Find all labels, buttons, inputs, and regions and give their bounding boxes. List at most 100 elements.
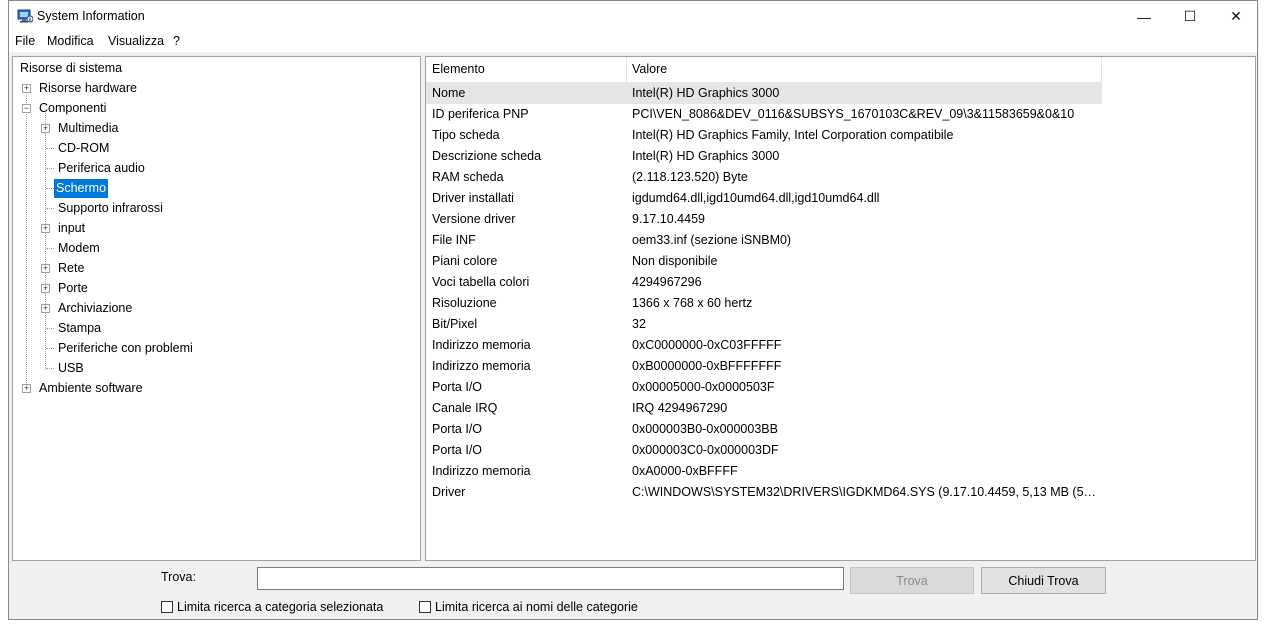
cell-valore: 9.17.10.4459 — [632, 212, 705, 226]
list-row[interactable]: Indirizzo memoria 0xA0000-0xBFFFF — [426, 461, 1102, 482]
background-window-right — [1259, 0, 1266, 628]
list-row[interactable]: Piani colore Non disponibile — [426, 251, 1102, 272]
list-row[interactable]: Tipo scheda Intel(R) HD Graphics Family, … — [426, 125, 1102, 146]
cell-elemento: Indirizzo memoria — [432, 359, 531, 373]
cell-elemento: File INF — [432, 233, 476, 247]
list-row[interactable]: Driver installati igdumd64.dll,igd10umd64… — [426, 188, 1102, 209]
cell-elemento: Bit/Pixel — [432, 317, 478, 331]
list-row[interactable]: Indirizzo memoria 0xB0000000-0xBFFFFFFF — [426, 356, 1102, 377]
cell-elemento: Porta I/O — [432, 380, 483, 394]
list-row[interactable]: Descrizione scheda Intel(R) HD Graphics 3… — [426, 146, 1102, 167]
cell-valore: C:\WINDOWS\SYSTEM32\DRIVERS\IGDKMD64.SYS… — [632, 485, 1098, 499]
list-header: Elemento Valore — [426, 57, 1102, 83]
list-row[interactable]: File INF oem33.inf (sezione iSNBM0) — [426, 230, 1102, 251]
cell-valore: Intel(R) HD Graphics 3000 — [632, 149, 780, 163]
cell-elemento: Porta I/O — [432, 422, 483, 436]
cell-elemento: RAM scheda — [432, 170, 504, 184]
list-row[interactable]: RAM scheda (2.118.123.520) Byte — [426, 167, 1102, 188]
list-row[interactable]: Versione driver 9.17.10.4459 — [426, 209, 1102, 230]
cell-elemento: Voci tabella colori — [432, 275, 530, 289]
category-tree[interactable]: Risorse di sistema + Risorse hardware − … — [12, 56, 421, 561]
minimize-icon: — — [1137, 8, 1151, 25]
system-information-window: System Information — ☐ ✕ File Modifica V… — [8, 0, 1258, 620]
cell-elemento: Indirizzo memoria — [432, 338, 531, 352]
cell-elemento: Descrizione scheda — [432, 149, 542, 163]
title-bar[interactable]: System Information — ☐ ✕ — [9, 1, 1257, 32]
list-row[interactable]: Canale IRQ IRQ 4294967290 — [426, 398, 1102, 419]
menu-file[interactable]: File — [15, 34, 35, 48]
expand-icon[interactable]: + — [41, 304, 50, 313]
cell-valore: 0xB0000000-0xBFFFFFFF — [632, 359, 782, 373]
cell-elemento: Porta I/O — [432, 443, 483, 457]
cell-elemento: Versione driver — [432, 212, 516, 226]
list-row[interactable]: Indirizzo memoria 0xC0000000-0xC03FFFFF — [426, 335, 1102, 356]
tree-connector — [46, 368, 54, 369]
cell-elemento: Piani colore — [432, 254, 498, 268]
limit-to-category-names-label: Limita ricerca ai nomi delle categorie — [435, 600, 638, 614]
list-row[interactable]: Risoluzione 1366 x 768 x 60 hertz — [426, 293, 1102, 314]
maximize-icon: ☐ — [1183, 8, 1197, 24]
background-window-left — [0, 0, 8, 628]
cell-elemento: Indirizzo memoria — [432, 464, 531, 478]
tree-connector — [46, 328, 54, 329]
menu-visualizza[interactable]: Visualizza — [108, 34, 164, 48]
cell-elemento: Driver — [432, 485, 466, 499]
menu-help[interactable]: ? — [173, 34, 180, 48]
cell-valore: 1366 x 768 x 60 hertz — [632, 296, 753, 310]
list-row[interactable]: Bit/Pixel 32 — [426, 314, 1102, 335]
cell-valore: Intel(R) HD Graphics Family, Intel Corpo… — [632, 128, 954, 142]
window-title: System Information — [37, 9, 145, 23]
details-list[interactable]: Elemento Valore Nome Intel(R) HD Graphics… — [425, 56, 1256, 561]
list-row[interactable]: Driver C:\WINDOWS\SYSTEM32\DRIVERS\IGDKMD… — [426, 482, 1102, 503]
expand-icon[interactable]: + — [41, 284, 50, 293]
cell-elemento: Canale IRQ — [432, 401, 498, 415]
cell-valore: Non disponibile — [632, 254, 718, 268]
minimize-button[interactable]: — — [1121, 1, 1167, 32]
collapse-icon[interactable]: − — [22, 104, 31, 113]
list-row[interactable]: Voci tabella colori 4294967296 — [426, 272, 1102, 293]
cell-elemento: Tipo scheda — [432, 128, 500, 142]
system-information-app-icon — [17, 9, 33, 23]
expand-icon[interactable]: + — [41, 124, 50, 133]
expand-icon[interactable]: + — [22, 384, 31, 393]
cell-valore: 0x000003B0-0x000003BB — [632, 422, 778, 436]
cell-valore: 0xA0000-0xBFFFF — [632, 464, 738, 478]
column-header-valore[interactable]: Valore — [626, 57, 1102, 82]
find-input[interactable] — [257, 567, 844, 590]
tree-connector — [26, 87, 27, 389]
checkbox-icon[interactable] — [161, 601, 173, 613]
expand-icon[interactable]: + — [41, 264, 50, 273]
list-row[interactable]: Nome Intel(R) HD Graphics 3000 — [426, 83, 1102, 104]
list-row[interactable]: Porta I/O 0x00005000-0x0000503F — [426, 377, 1102, 398]
find-button[interactable]: Trova — [850, 567, 974, 594]
close-icon: ✕ — [1230, 8, 1242, 24]
cell-elemento: Driver installati — [432, 191, 514, 205]
cell-valore: 32 — [632, 317, 646, 331]
close-find-button[interactable]: Chiudi Trova — [981, 567, 1106, 594]
limit-to-category-label: Limita ricerca a categoria selezionata — [177, 600, 384, 614]
cell-elemento: Risoluzione — [432, 296, 497, 310]
tree-connector — [46, 168, 54, 169]
tree-connector — [45, 113, 46, 370]
expand-icon[interactable]: + — [22, 84, 31, 93]
menu-modifica[interactable]: Modifica — [47, 34, 94, 48]
cell-elemento: ID periferica PNP — [432, 107, 529, 121]
cell-elemento: Nome — [432, 86, 466, 100]
cell-valore: PCI\VEN_8086&DEV_0116&SUBSYS_1670103C&RE… — [632, 107, 1075, 121]
list-row[interactable]: ID periferica PNP PCI\VEN_8086&DEV_0116&S… — [426, 104, 1102, 125]
expand-icon[interactable]: + — [41, 224, 50, 233]
cell-valore: igdumd64.dll,igd10umd64.dll,igd10umd64.d… — [632, 191, 880, 205]
limit-to-category-names-checkbox[interactable]: Limita ricerca ai nomi delle categorie — [419, 599, 638, 615]
limit-to-category-checkbox[interactable]: Limita ricerca a categoria selezionata — [161, 599, 383, 615]
list-row[interactable]: Porta I/O 0x000003C0-0x000003DF — [426, 440, 1102, 461]
checkbox-icon[interactable] — [419, 601, 431, 613]
column-header-elemento[interactable]: Elemento — [426, 57, 626, 82]
list-row[interactable]: Porta I/O 0x000003B0-0x000003BB — [426, 419, 1102, 440]
column-divider[interactable] — [1101, 57, 1102, 82]
close-button[interactable]: ✕ — [1213, 1, 1259, 32]
cell-valore: 0x000003C0-0x000003DF — [632, 443, 779, 457]
cell-valore: Intel(R) HD Graphics 3000 — [632, 86, 780, 100]
menu-bar: File Modifica Visualizza ? — [9, 32, 1257, 52]
cell-valore: oem33.inf (sezione iSNBM0) — [632, 233, 792, 247]
maximize-button[interactable]: ☐ — [1167, 1, 1213, 32]
